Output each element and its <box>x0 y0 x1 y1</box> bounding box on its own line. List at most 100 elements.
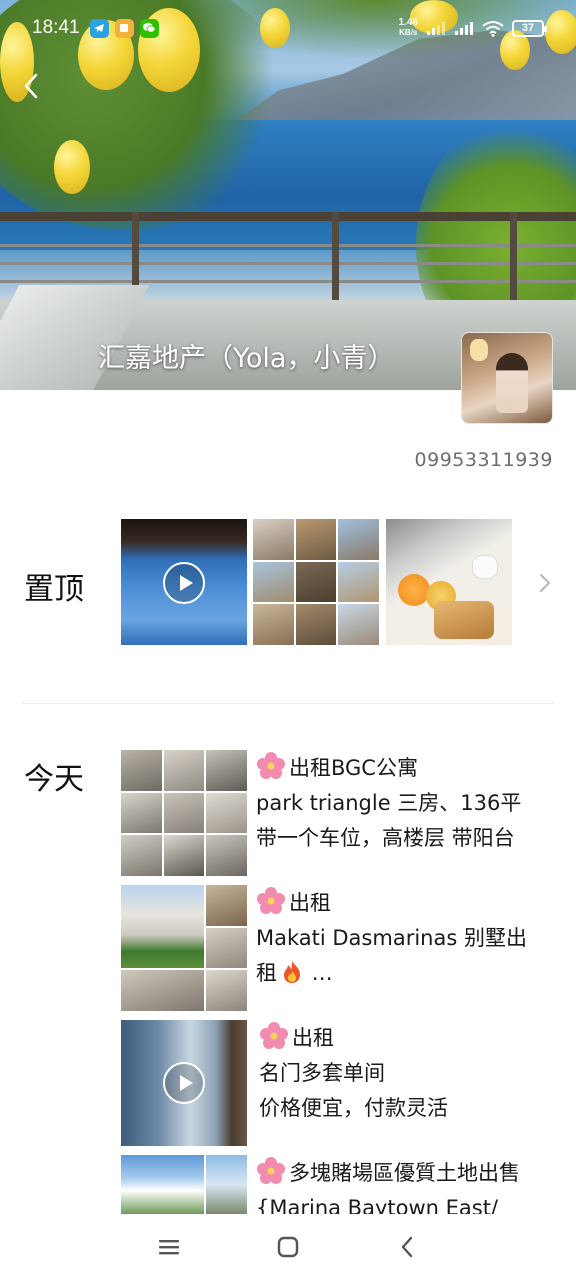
post-line: 带一个车位，高楼层 带阳台 <box>256 826 515 850</box>
cherry-blossom-icon <box>257 752 285 779</box>
grid-photo <box>163 750 205 791</box>
grid-photo <box>205 1155 247 1214</box>
post-4-text[interactable]: 多塊賭場區優質土地出售 {Marina Baytown East/ <box>256 1156 556 1214</box>
nav-back-button[interactable] <box>387 1227 427 1267</box>
fire-icon <box>284 961 300 983</box>
post-2-text[interactable]: 出租 Makati Dasmarinas 别墅出 租 … <box>256 886 556 991</box>
photo-grid <box>121 885 247 1011</box>
profile-name: 汇嘉地产（Yola，小青） <box>98 343 395 374</box>
notes-app-icon <box>114 18 134 38</box>
wifi-icon <box>482 20 504 37</box>
post-title: 出租 <box>292 1026 334 1050</box>
grid-photo <box>121 970 204 1011</box>
grid-photo <box>206 750 247 791</box>
avatar-lamp <box>470 339 488 361</box>
pinned-video-thumbnail[interactable] <box>121 519 247 645</box>
grid-photo <box>295 519 337 560</box>
post-4-line: 多塊賭場區優質土地出售 <box>256 1156 556 1191</box>
menu-icon <box>159 1240 180 1255</box>
grid-photo <box>295 604 337 645</box>
cover-railing <box>0 212 576 221</box>
pinned-label: 置顶 <box>24 572 84 607</box>
post-ellipsis: … <box>305 961 333 985</box>
grid-photo <box>163 792 205 834</box>
post-title: 出租BGC公寓 <box>289 756 418 780</box>
photo-grid <box>121 1155 247 1214</box>
grid-photo <box>205 927 247 969</box>
photo-orange <box>398 574 430 606</box>
chevron-left-icon <box>24 73 38 99</box>
cover-railing <box>0 244 576 247</box>
post-1-line: 出租BGC公寓 <box>256 751 556 786</box>
grid-photo <box>338 519 379 560</box>
back-icon <box>401 1236 412 1258</box>
play-icon <box>163 562 205 604</box>
chevron-right-icon[interactable] <box>536 570 554 596</box>
grid-photo <box>163 835 205 876</box>
home-icon <box>277 1236 299 1258</box>
post-line: 租 … <box>256 956 556 991</box>
photo-grid <box>121 750 247 876</box>
post-line: 名门多套单间 <box>259 1061 385 1085</box>
grid-photo <box>253 561 294 603</box>
pinned-photo-grid[interactable] <box>253 519 379 645</box>
profile-phone: 09953311939 <box>414 449 553 471</box>
post-3-text[interactable]: 出租 名门多套单间 价格便宜，付款灵活 <box>259 1021 559 1126</box>
grid-photo <box>206 835 247 876</box>
grid-photo <box>338 604 379 645</box>
signal-icon <box>427 22 445 35</box>
grid-photo <box>253 604 294 645</box>
status-bar: 18:41 1.46 KB/s 37 <box>0 0 576 56</box>
grid-photo <box>253 519 294 560</box>
grid-photo <box>121 885 204 969</box>
post-line: 价格便宜，付款灵活 <box>259 1096 448 1120</box>
post-4-photo-grid[interactable] <box>121 1155 247 1214</box>
post-3-video-thumbnail[interactable] <box>121 1020 247 1146</box>
grid-photo <box>121 750 162 791</box>
system-nav-bar <box>0 1214 576 1280</box>
nav-home-button[interactable] <box>268 1227 308 1267</box>
grid-photo <box>206 792 247 834</box>
network-speed-value: 1.46 <box>398 17 418 28</box>
nav-menu-button[interactable] <box>149 1227 189 1267</box>
photo-cup <box>472 555 498 579</box>
post-1-text[interactable]: 出租BGC公寓 park triangle 三房、136平 带一个车位，高楼层 … <box>256 751 556 856</box>
today-label: 今天 <box>24 762 84 797</box>
play-icon <box>163 1062 205 1104</box>
post-2-photo-grid[interactable] <box>121 885 247 1011</box>
back-button[interactable] <box>14 66 48 106</box>
grid-photo <box>205 970 247 1011</box>
cherry-blossom-icon <box>257 1157 285 1184</box>
grid-photo <box>205 885 247 926</box>
section-divider <box>22 703 554 704</box>
post-2-line: 出租 <box>256 886 556 921</box>
cover-railing <box>0 262 576 265</box>
wechat-icon <box>139 18 159 38</box>
pinned-breakfast-photo[interactable] <box>386 519 512 645</box>
cherry-blossom-icon <box>260 1022 288 1049</box>
photo-sandwich <box>434 601 494 639</box>
post-line: park triangle 三房、136平 <box>256 791 522 815</box>
status-indicators: 1.46 KB/s 37 <box>399 18 547 38</box>
grid-photo <box>295 561 337 603</box>
post-title: 多塊賭場區優質土地出售 <box>289 1161 520 1185</box>
post-title: 出租 <box>289 891 331 915</box>
status-time: 18:41 <box>32 17 80 38</box>
network-speed-unit: KB/s <box>399 28 418 37</box>
post-3-line: 出租 <box>259 1021 559 1056</box>
cover-railing <box>0 280 576 283</box>
cover-lemon <box>54 140 90 194</box>
avatar[interactable] <box>461 332 553 424</box>
avatar-figure <box>496 353 528 413</box>
telegram-icon <box>89 18 109 38</box>
grid-photo <box>121 1155 204 1214</box>
post-1-photo-grid[interactable] <box>121 750 247 876</box>
grid-photo <box>338 561 379 603</box>
photo-grid <box>253 519 379 645</box>
post-line: Makati Dasmarinas 别墅出 <box>256 926 527 950</box>
cherry-blossom-icon <box>257 887 285 914</box>
post-line-text: 租 <box>256 961 277 985</box>
battery-indicator: 37 <box>512 19 547 37</box>
network-speed: 1.46 KB/s <box>399 18 418 38</box>
signal-icon <box>455 22 473 35</box>
